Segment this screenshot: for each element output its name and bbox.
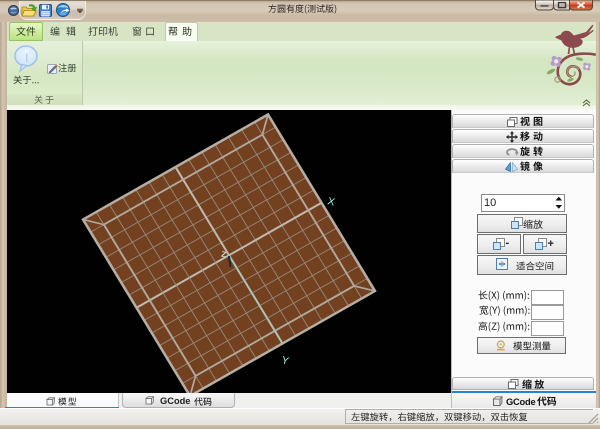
svg-text:Y: Y (280, 354, 290, 367)
svg-text:X: X (326, 195, 336, 208)
